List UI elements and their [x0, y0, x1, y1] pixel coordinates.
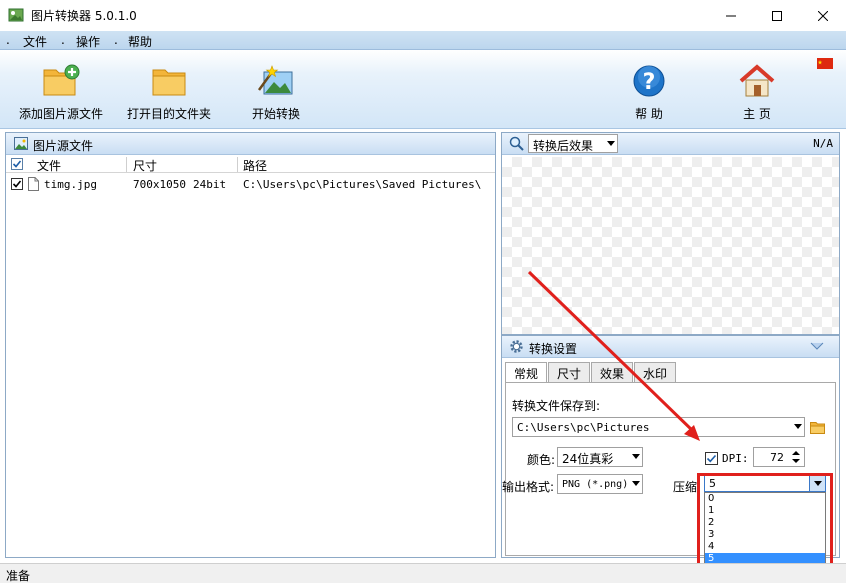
column-separator — [237, 157, 238, 172]
tab-general[interactable]: 常规 — [505, 362, 547, 383]
menu-dot: . — [61, 33, 65, 47]
tab-size[interactable]: 尺寸 — [548, 362, 590, 382]
add-folder-icon — [43, 64, 80, 96]
row-file-name: timg.jpg — [44, 178, 97, 191]
compress-option[interactable]: 2 — [705, 517, 825, 529]
chevron-down-icon — [794, 424, 802, 429]
chevron-down-icon — [607, 141, 615, 146]
color-label: 颜色: — [527, 453, 556, 467]
file-list-header: 文件 尺寸 路径 — [6, 156, 495, 173]
open-target-folder-button[interactable]: 打开目的文件夹 — [126, 50, 212, 129]
format-label: 输出格式: — [502, 480, 555, 494]
close-icon — [818, 10, 828, 21]
source-files-title: 图片源文件 — [33, 139, 94, 153]
source-files-panel: 图片源文件 文件 尺寸 路径 timg.jpg 700x1050 24bit C… — [5, 132, 496, 558]
close-button[interactable] — [800, 0, 846, 31]
row-file-depth: 24bit — [193, 178, 227, 191]
menu-dot: . — [6, 33, 10, 47]
minimize-button[interactable] — [708, 0, 754, 31]
source-files-header: 图片源文件 — [6, 133, 495, 155]
preview-info: N/A — [813, 137, 833, 150]
column-separator — [126, 157, 127, 172]
home-label: 主 页 — [743, 107, 771, 121]
help-label: 帮 助 — [635, 107, 663, 121]
compress-dropdown-button[interactable] — [809, 476, 825, 491]
dpi-label: DPI: — [722, 452, 749, 465]
spinner-arrows-icon[interactable] — [791, 450, 801, 464]
save-to-label: 转换文件保存到: — [512, 399, 601, 413]
title-bar: 图片转换器 5.0.1.0 — [0, 0, 846, 31]
start-convert-label: 开始转换 — [251, 107, 300, 121]
preview-canvas — [502, 157, 839, 334]
image-icon — [14, 137, 28, 150]
home-button[interactable]: 主 页 — [732, 50, 782, 129]
save-path-value: C:\Users\pc\Pictures — [517, 421, 650, 434]
compress-option[interactable]: 4 — [705, 541, 825, 553]
compress-label: 压缩 — [673, 480, 698, 494]
chevron-down-icon — [814, 481, 822, 486]
add-source-button[interactable]: 添加图片源文件 — [18, 50, 104, 129]
compress-value: 5 — [709, 477, 716, 490]
menu-file[interactable]: 文件 — [23, 33, 47, 50]
window-title: 图片转换器 5.0.1.0 — [31, 9, 137, 23]
menu-operation[interactable]: 操作 — [76, 33, 100, 50]
preview-panel: 转换后效果 N/A — [501, 132, 840, 335]
home-icon — [739, 64, 775, 97]
color-select[interactable]: 24位真彩 — [557, 447, 643, 467]
row-file-path: C:\Users\pc\Pictures\Saved Pictures\ — [243, 178, 482, 191]
status-bar: 准备 — [0, 563, 846, 583]
chevron-down-icon — [632, 454, 640, 459]
folder-icon — [152, 69, 186, 96]
row-file-size: 700x1050 — [133, 178, 186, 191]
browse-folder-icon[interactable] — [810, 421, 826, 434]
compress-select[interactable]: 5 — [704, 475, 826, 492]
add-source-label: 添加图片源文件 — [18, 107, 103, 121]
magnifier-icon — [509, 136, 524, 151]
format-value: PNG (*.png) — [562, 479, 629, 490]
menu-dot: . — [114, 33, 118, 47]
compress-option[interactable]: 3 — [705, 529, 825, 541]
status-text: 准备 — [6, 569, 31, 583]
collapse-chevron-icon[interactable] — [810, 342, 824, 351]
preview-mode-select[interactable]: 转换后效果 — [528, 134, 618, 153]
minimize-icon — [726, 15, 736, 16]
app-icon — [8, 8, 24, 22]
maximize-button[interactable] — [754, 0, 800, 31]
chevron-down-icon — [632, 481, 640, 486]
svg-text:?: ? — [643, 70, 656, 95]
magic-image-icon — [257, 65, 293, 95]
open-target-label: 打开目的文件夹 — [126, 107, 211, 121]
table-row[interactable]: timg.jpg 700x1050 24bit C:\Users\pc\Pict… — [6, 176, 495, 194]
china-flag-icon[interactable] — [817, 58, 833, 69]
dpi-value: 72 — [770, 451, 784, 464]
menu-help[interactable]: 帮助 — [128, 33, 152, 50]
preview-header: 转换后效果 N/A — [502, 133, 839, 155]
preview-mode-value: 转换后效果 — [533, 139, 594, 153]
file-icon — [28, 177, 39, 191]
settings-header: 转换设置 — [502, 336, 839, 358]
dpi-checkbox[interactable] — [705, 452, 718, 465]
help-button[interactable]: ? 帮 助 — [624, 50, 674, 129]
help-icon: ? — [633, 65, 665, 97]
format-select[interactable]: PNG (*.png) — [557, 474, 643, 494]
compress-option[interactable]: 1 — [705, 505, 825, 517]
toolbar: 添加图片源文件 打开目的文件夹 开始转换 ? 帮 助 主 页 — [0, 50, 846, 129]
settings-title: 转换设置 — [529, 342, 578, 356]
tab-watermark[interactable]: 水印 — [634, 362, 676, 382]
color-value: 24位真彩 — [562, 452, 614, 466]
start-convert-button[interactable]: 开始转换 — [248, 50, 304, 129]
gear-icon — [510, 340, 523, 353]
compress-option[interactable]: 0 — [705, 493, 825, 505]
row-checkbox[interactable] — [11, 178, 23, 190]
tab-effect[interactable]: 效果 — [591, 362, 633, 382]
menu-bar: . 文件 . 操作 . 帮助 — [0, 31, 846, 50]
column-size[interactable]: 尺寸 — [133, 157, 157, 174]
dpi-spinner[interactable]: 72 — [753, 447, 805, 467]
maximize-icon — [772, 10, 782, 21]
select-all-checkbox[interactable] — [11, 158, 23, 170]
save-path-select[interactable]: C:\Users\pc\Pictures — [512, 417, 805, 437]
column-path[interactable]: 路径 — [243, 157, 267, 174]
column-file[interactable]: 文件 — [37, 157, 61, 174]
